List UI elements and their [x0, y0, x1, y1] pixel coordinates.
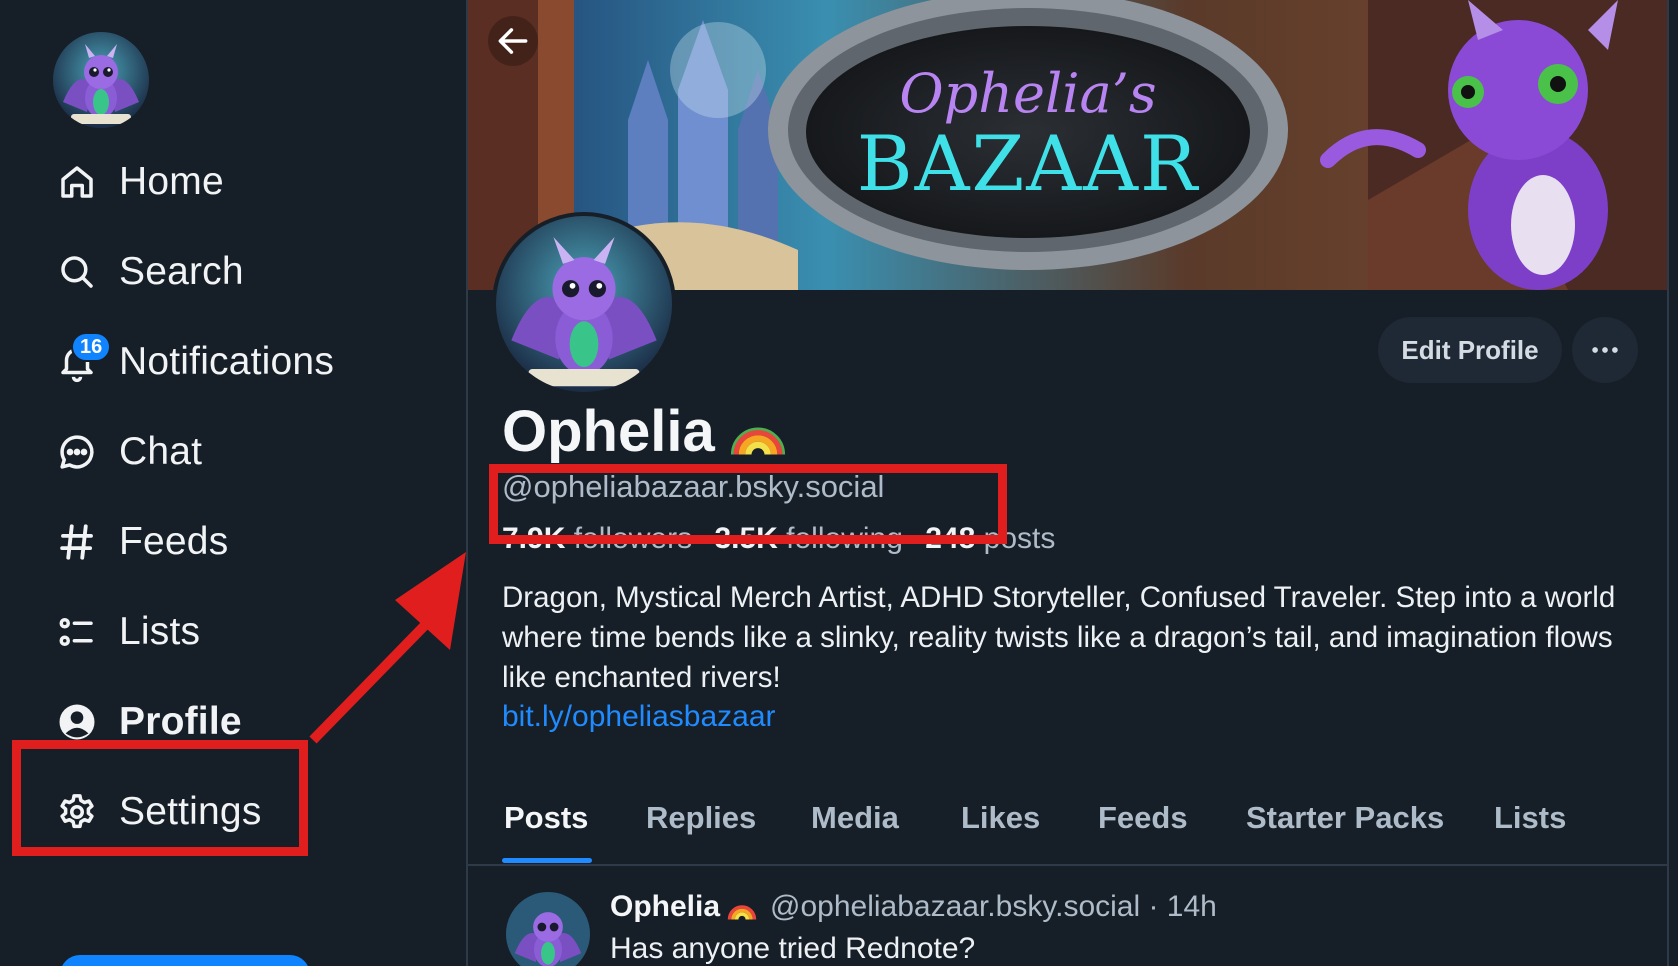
app-root: Home Search 16 Notifications Chat Feeds … [0, 0, 1678, 966]
annotation-arrow [309, 552, 466, 744]
